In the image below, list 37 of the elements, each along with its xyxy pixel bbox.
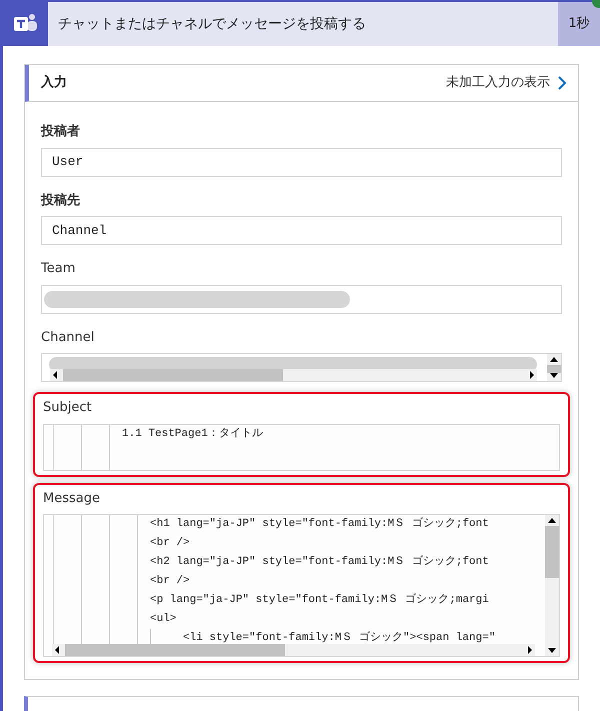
horizontal-scrollbar[interactable] xyxy=(52,644,535,656)
raw-input-link[interactable]: 未加工入力の表示 xyxy=(446,73,550,93)
code-line: <li style="font-family:MＳ ゴシック"><span lang=" xyxy=(183,630,496,646)
field-label: 投稿先 xyxy=(41,192,81,210)
field-label: Team xyxy=(41,260,76,278)
scroll-down-icon[interactable] xyxy=(550,373,558,378)
scroll-left-icon[interactable] xyxy=(53,371,57,379)
scrollbar-thumb[interactable] xyxy=(547,365,561,373)
scrollbar-thumb[interactable] xyxy=(65,644,285,656)
value-field: User xyxy=(41,148,562,176)
code-line: <h2 lang="ja-JP" style="font-family:MＳ ゴシック;font xyxy=(150,554,489,570)
scroll-left-icon[interactable] xyxy=(55,646,59,654)
scroll-right-icon[interactable] xyxy=(528,646,532,654)
code-line: <p lang="ja-JP" style="font-family:MＳ ゴシック;margi xyxy=(150,592,489,608)
field-label: Channel xyxy=(41,328,96,346)
code-line: <br /> xyxy=(150,574,190,590)
code-line: <h1 lang="ja-JP" style="font-family:MＳ ゴシック;font xyxy=(150,516,489,532)
duration-badge: 1秒 xyxy=(558,2,600,46)
field-label: Message xyxy=(43,490,101,508)
vertical-scrollbar[interactable] xyxy=(545,515,559,656)
horizontal-scrollbar[interactable] xyxy=(50,369,537,381)
action-header[interactable]: チャットまたはチャネルでメッセージを投稿する 1秒 xyxy=(3,0,600,46)
chevron-right-icon xyxy=(558,76,566,90)
field-label: Subject xyxy=(43,399,93,417)
card-title: 入力 xyxy=(41,74,67,92)
scroll-down-icon[interactable] xyxy=(548,648,556,653)
code-line: <ul> xyxy=(150,612,176,628)
scroll-right-icon[interactable] xyxy=(530,371,534,379)
scrollbar-thumb[interactable] xyxy=(545,526,559,578)
value-field: Channel xyxy=(41,216,562,245)
code-line: <br /> xyxy=(150,536,190,552)
field-label: 投稿者 xyxy=(41,122,81,141)
scrollbar-thumb[interactable] xyxy=(63,369,283,381)
code-line: 1.1 TestPage1：タイトル xyxy=(122,426,263,442)
action-title: チャットまたはチャネルでメッセージを投稿する xyxy=(57,14,367,34)
card-header[interactable]: 入力 未加工入力の表示 xyxy=(25,65,578,102)
vertical-scrollbar[interactable] xyxy=(547,354,561,381)
